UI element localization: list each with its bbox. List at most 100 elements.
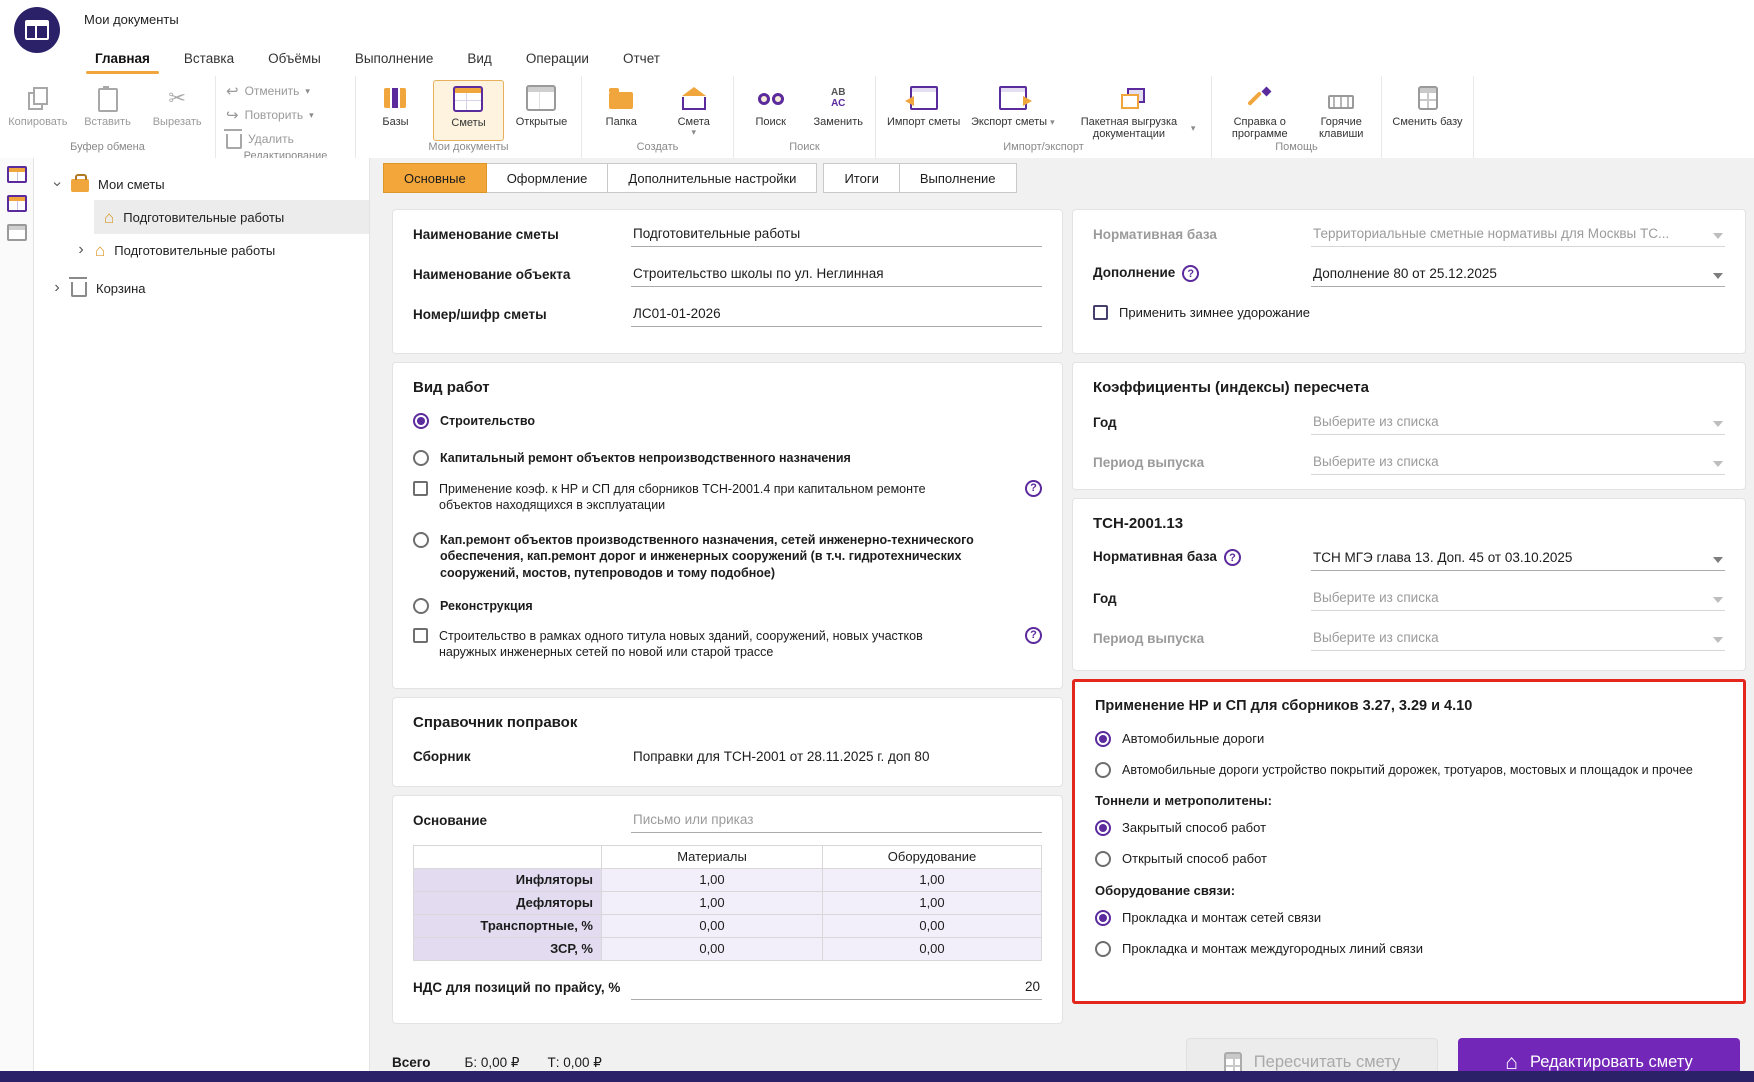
radio-icon[interactable] (1095, 761, 1111, 778)
chevron-down-icon[interactable]: › (49, 179, 66, 189)
supplement-select[interactable]: Дополнение 80 от 25.12.2025 (1311, 264, 1725, 287)
batch-export-dropdown-icon[interactable]: ▾ (1191, 123, 1196, 133)
help-question-icon[interactable]: ? (1025, 627, 1042, 644)
tree-item-recycle-bin[interactable]: › Корзина (34, 272, 369, 304)
ribbon-tab-vid[interactable]: Вид (450, 40, 508, 76)
reconstruction-note-checkbox-row[interactable]: Строительство в рамках одного титула нов… (413, 627, 1042, 661)
materials-cell[interactable]: 1,00 (601, 867, 823, 892)
redo-dropdown-icon[interactable]: ▾ (309, 110, 314, 120)
materials-cell[interactable]: 0,00 (601, 936, 823, 961)
copy-button[interactable]: Копировать (4, 80, 72, 141)
tab-dop-nastroyki[interactable]: Дополнительные настройки (607, 163, 818, 193)
period-select[interactable]: Выберите из списка (1311, 452, 1725, 475)
tsn-period-select[interactable]: Выберите из списка (1311, 628, 1725, 651)
checkbox-icon[interactable] (413, 480, 428, 496)
work-type-option-construction[interactable]: Строительство (413, 412, 1042, 429)
vat-input[interactable]: 20 (631, 977, 1042, 1000)
paste-button[interactable]: Вставить (74, 80, 142, 141)
tab-itogi[interactable]: Итоги (823, 163, 900, 193)
app-logo-icon[interactable] (14, 7, 60, 53)
estimates-button[interactable]: Сметы (432, 80, 504, 141)
equipment-cell[interactable]: 1,00 (822, 890, 1042, 915)
radio-selected-icon[interactable] (1095, 820, 1111, 837)
panel-open-docs-icon[interactable] (6, 224, 27, 241)
bases-button[interactable]: Базы (360, 80, 431, 141)
winter-costs-checkbox-row[interactable]: Применить зимнее удорожание (1093, 304, 1725, 322)
materials-cell[interactable]: 0,00 (601, 913, 823, 938)
estimate-name-input[interactable]: Подготовительные работы (631, 224, 1042, 247)
roads-alt-option[interactable]: Автомобильные дороги устройство покрытий… (1095, 761, 1723, 778)
work-type-option-caprepair-prod[interactable]: Кап.ремонт объектов производственного на… (413, 531, 1042, 581)
basis-input[interactable]: Письмо или приказ (631, 810, 1042, 833)
radio-selected-icon[interactable] (1095, 731, 1111, 747)
new-folder-button[interactable]: Папка (586, 80, 657, 141)
radio-icon[interactable] (1095, 940, 1111, 957)
edit-estimate-button[interactable]: ⌂ Редактировать смету (1458, 1037, 1740, 1071)
about-button[interactable]: Справка о программе (1216, 80, 1303, 141)
new-estimate-button[interactable]: Смета ▾ (659, 80, 730, 141)
radio-selected-icon[interactable] (1095, 909, 1111, 926)
tsn-year-select[interactable]: Выберите из списка (1311, 588, 1725, 611)
tree-item-preparatory-works-selected[interactable]: ⌂ Подготовительные работы (94, 200, 369, 234)
opened-docs-button[interactable]: Открытые (506, 80, 577, 141)
comm-networks-option[interactable]: Прокладка и монтаж сетей связи (1095, 909, 1723, 927)
winter-checkbox-icon[interactable] (1093, 305, 1108, 320)
reg-base-select[interactable]: Территориальные сметные нормативы для Мо… (1311, 224, 1725, 247)
radio-icon[interactable] (413, 532, 429, 548)
work-type-option-caprepair[interactable]: Капитальный ремонт объектов непроизводст… (413, 449, 1042, 467)
tab-oformlenie[interactable]: Оформление (485, 163, 609, 193)
comm-longdist-option[interactable]: Прокладка и монтаж междугородных линий с… (1095, 940, 1723, 958)
tunnel-open-option[interactable]: Открытый способ работ (1095, 850, 1723, 868)
tunnel-closed-option[interactable]: Закрытый способ работ (1095, 819, 1723, 837)
cut-button[interactable]: ✂ Вырезать (143, 80, 211, 141)
search-button[interactable]: Поиск (738, 80, 804, 141)
panel-bases-icon[interactable] (6, 166, 27, 183)
collection-value-field[interactable]: Поправки для ТСН-2001 от 28.11.2025 г. д… (631, 747, 1042, 769)
tab-osnovnye[interactable]: Основные (383, 163, 487, 193)
equipment-cell[interactable]: 0,00 (822, 913, 1042, 938)
ribbon-tab-otchet[interactable]: Отчет (606, 40, 677, 76)
export-dropdown-icon[interactable]: ▾ (1050, 117, 1055, 127)
batch-export-button[interactable]: Пакетная выгрузка документации ▾ (1058, 80, 1207, 141)
recalculate-button[interactable]: Пересчитать смету (1186, 1037, 1438, 1071)
tree-item-preparatory-works-2[interactable]: › ⌂ Подготовительные работы (34, 234, 369, 266)
radio-icon[interactable] (1095, 851, 1111, 868)
undo-dropdown-icon[interactable]: ▾ (305, 86, 310, 96)
ribbon-tab-vstavka[interactable]: Вставка (167, 40, 251, 76)
new-estimate-dropdown-icon[interactable]: ▾ (691, 128, 696, 137)
change-base-button[interactable]: Сменить базу (1392, 80, 1464, 141)
materials-cell[interactable]: 1,00 (601, 890, 823, 915)
tsn-base-select[interactable]: ТСН МГЭ глава 13. Доп. 45 от 03.10.2025 (1311, 548, 1725, 571)
year-select[interactable]: Выберите из списка (1311, 412, 1725, 435)
export-estimate-button[interactable]: Экспорт сметы ▾ (969, 80, 1056, 141)
equipment-cell[interactable]: 1,00 (822, 867, 1042, 892)
object-name-input[interactable]: Строительство школы по ул. Неглинная (631, 264, 1042, 287)
radio-icon[interactable] (413, 597, 429, 614)
delete-button[interactable]: Удалить (220, 128, 351, 150)
help-question-icon[interactable]: ? (1182, 265, 1200, 282)
work-type-option-reconstruction[interactable]: Реконструкция (413, 597, 1042, 614)
radio-selected-icon[interactable] (413, 413, 429, 429)
import-estimate-button[interactable]: Импорт сметы (880, 80, 967, 141)
help-question-icon[interactable]: ? (1223, 549, 1241, 566)
hotkeys-button[interactable]: Горячие клавиши (1305, 80, 1377, 141)
estimate-code-input[interactable]: ЛС01-01-2026 (631, 304, 1042, 327)
equipment-cell[interactable]: 0,00 (822, 936, 1042, 961)
chevron-right-icon[interactable]: › (52, 280, 62, 296)
caprepair-note-checkbox-row[interactable]: Применение коэф. к НР и СП для сборников… (413, 479, 1042, 514)
undo-button[interactable]: ↩ Отменить ▾ (220, 80, 351, 102)
panel-estimates-icon[interactable] (6, 195, 27, 212)
tab-vypolnenie[interactable]: Выполнение (898, 163, 1017, 193)
ribbon-tab-obyomy[interactable]: Объёмы (251, 40, 338, 76)
chevron-right-icon[interactable]: › (76, 242, 86, 258)
ribbon-tab-operacii[interactable]: Операции (509, 40, 606, 76)
checkbox-icon[interactable] (413, 628, 428, 643)
ribbon-tab-glavnaya[interactable]: Главная (78, 40, 167, 76)
redo-button[interactable]: ↪ Повторить ▾ (220, 104, 351, 126)
radio-icon[interactable] (413, 450, 429, 467)
replace-button[interactable]: AB АС Заменить (806, 80, 872, 141)
roads-main-option[interactable]: Автомобильные дороги (1095, 730, 1723, 748)
help-question-icon[interactable]: ? (1025, 479, 1042, 497)
ribbon-tab-vypolnenie[interactable]: Выполнение (338, 40, 451, 76)
tree-root-my-estimates[interactable]: › Мои сметы (34, 168, 369, 200)
